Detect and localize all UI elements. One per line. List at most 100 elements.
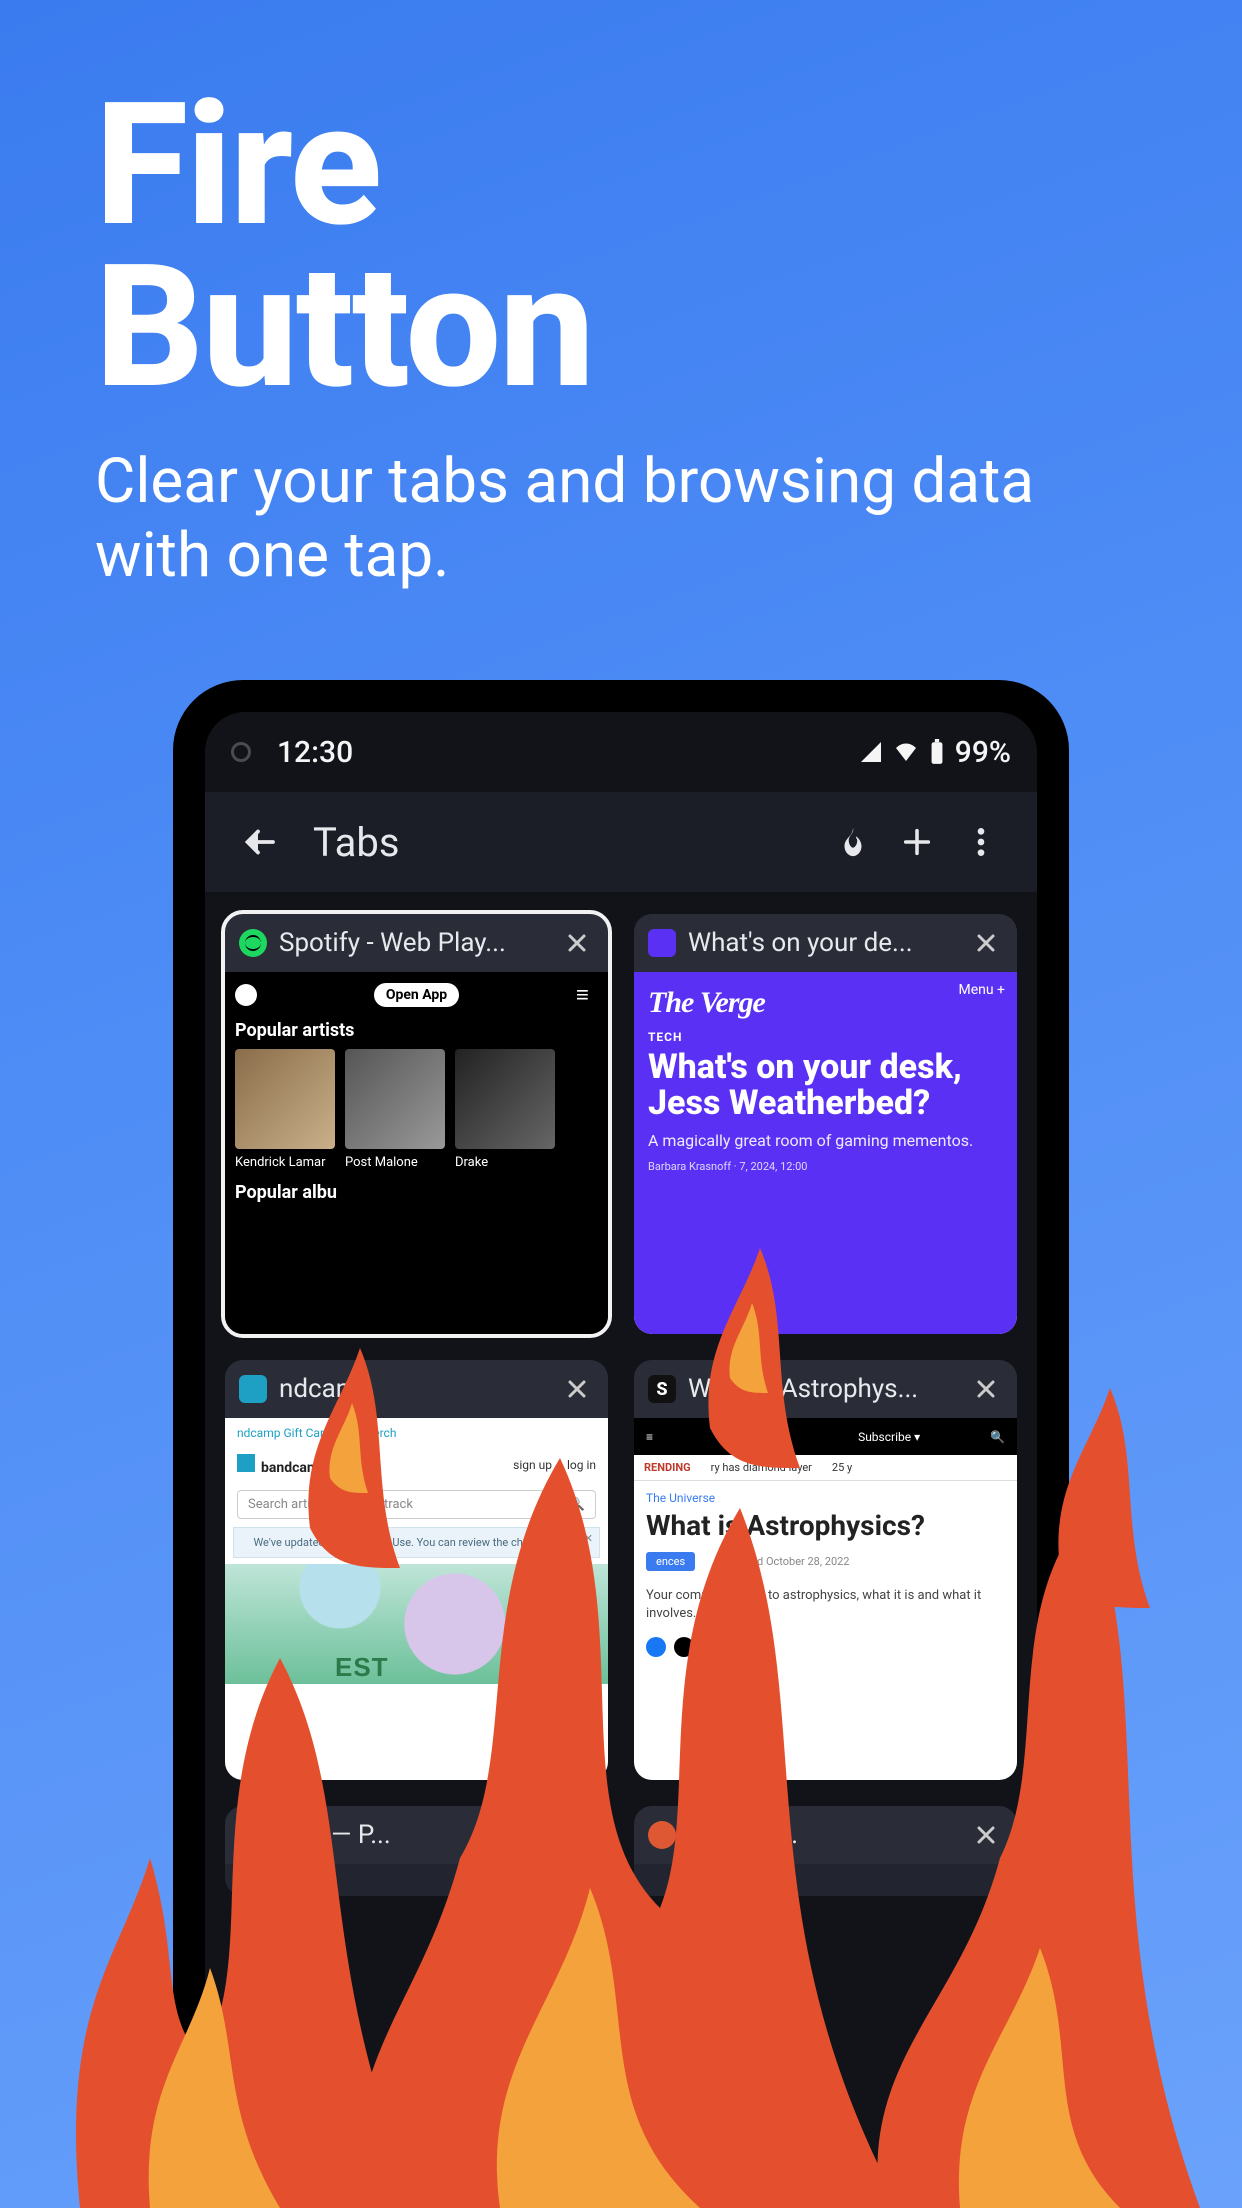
promo-links: ndcamp Gift Cards and Merch: [225, 1418, 608, 1448]
hero-title: Fire Button: [95, 85, 593, 408]
x-icon[interactable]: [674, 1637, 694, 1657]
verge-icon: [648, 929, 676, 957]
more-vert-icon: [977, 825, 985, 859]
back-button[interactable]: [229, 810, 293, 874]
tab-titlebar: S What is Astrophys...: [634, 1360, 1017, 1418]
tab-card[interactable]: DuckDu...: [634, 1806, 1017, 1896]
tab-preview: Open App ≡ Popular artists Kendrick Lama…: [225, 972, 608, 1334]
chip[interactable]: ences: [646, 1552, 695, 1571]
fire-button[interactable]: [821, 810, 885, 874]
article-tag: TECH: [648, 1030, 1003, 1044]
spotify-icon: [239, 929, 267, 957]
plus-icon: [900, 825, 934, 859]
tab-preview: The Verge Menu + TECH What's on your des…: [634, 972, 1017, 1334]
battery-text: 99%: [955, 735, 1011, 770]
status-bar: 12:30 99%: [205, 712, 1037, 792]
tab-grid: Spotify - Web Play... Open App ≡: [205, 892, 1037, 1918]
hero-title-line2: Button: [95, 227, 593, 427]
artist-card[interactable]: Post Malone: [345, 1049, 445, 1170]
tabs-header: Tabs: [205, 792, 1037, 892]
hamburger-icon[interactable]: ≡: [646, 1430, 653, 1444]
article-lede: Your complete guide to astrophysics, wha…: [634, 1577, 1017, 1633]
auth-links[interactable]: sign up log in: [501, 1458, 596, 1472]
space-icon: S: [648, 1375, 676, 1403]
tab-title: What's on your de...: [688, 928, 957, 958]
tab-title: ndcamp: [279, 1374, 548, 1404]
search-icon: 🔍: [569, 1497, 585, 1512]
facebook-icon[interactable]: [646, 1637, 666, 1657]
status-icons: 99%: [859, 735, 1011, 770]
artist-card[interactable]: Drake: [455, 1049, 555, 1170]
fire-icon: [836, 825, 870, 859]
duckduckgo-icon: [648, 1821, 676, 1849]
social-icons: [634, 1633, 1017, 1661]
section-heading: Popular albu: [235, 1182, 598, 1203]
article-headline: What's on your desk, Jess Weatherbed?: [648, 1050, 1003, 1121]
article-byline: Barbara Krasnoff · 7, 2024, 12:00: [648, 1160, 1003, 1173]
verge-logo: The Verge: [648, 986, 1003, 1020]
artist-name: Kendrick Lamar: [235, 1155, 335, 1170]
artist-card[interactable]: Kendrick Lamar: [235, 1049, 335, 1170]
tab-card[interactable]: kGo — P...: [225, 1806, 608, 1896]
phone-frame: 12:30 99% Tabs: [173, 680, 1069, 2208]
tab-card[interactable]: ndcamp ndcamp Gift Cards and Merch: [225, 1360, 608, 1780]
menu-button[interactable]: Menu +: [958, 982, 1005, 998]
article-headline: What is Astrophysics?: [634, 1505, 1017, 1546]
tab-card[interactable]: Spotify - Web Play... Open App ≡: [225, 914, 608, 1334]
tab-titlebar: kGo — P...: [225, 1806, 608, 1864]
tab-title: Spotify - Web Play...: [279, 928, 548, 958]
tab-card[interactable]: S What is Astrophys... ≡ SPACE Subscribe…: [634, 1360, 1017, 1780]
tab-close-button[interactable]: [969, 926, 1003, 960]
tab-titlebar: What's on your de...: [634, 914, 1017, 972]
tab-title: kGo — P...: [279, 1820, 548, 1850]
wifi-icon: [893, 740, 919, 764]
status-time: 12:30: [277, 735, 353, 770]
spotify-logo-icon: [235, 984, 257, 1006]
tab-title: DuckDu...: [688, 1820, 957, 1850]
camera-cutout: [231, 742, 251, 762]
phone-screen: 12:30 99% Tabs: [205, 712, 1037, 2208]
section-heading: Popular artists: [235, 1020, 598, 1041]
duckduckgo-icon: [239, 1821, 267, 1849]
close-icon: [565, 1377, 589, 1401]
new-tab-button[interactable]: [885, 810, 949, 874]
search-icon[interactable]: 🔍: [990, 1430, 1005, 1444]
subscribe-button[interactable]: Subscribe ▾: [858, 1430, 920, 1444]
bandcamp-icon: [239, 1375, 267, 1403]
tabs-header-title: Tabs: [313, 819, 821, 866]
tab-card[interactable]: What's on your de... The Verge Menu + TE…: [634, 914, 1017, 1334]
trending-bar: RENDING ry has diamond layer 25 y: [634, 1455, 1017, 1481]
tab-preview: ≡ SPACE Subscribe ▾ 🔍 RENDING ry has dia…: [634, 1418, 1017, 1780]
tab-close-button[interactable]: [560, 926, 594, 960]
tab-close-button[interactable]: [969, 1372, 1003, 1406]
tab-close-button[interactable]: [969, 1818, 1003, 1852]
terms-banner: We've updated our Terms of Use. You can …: [233, 1527, 600, 1558]
pinterest-icon[interactable]: [702, 1637, 722, 1657]
tab-close-button[interactable]: [560, 1818, 594, 1852]
article-date: updated October 28, 2022: [711, 1555, 861, 1568]
artist-name: Post Malone: [345, 1155, 445, 1170]
arrow-left-icon: [243, 824, 279, 860]
tab-title: What is Astrophys...: [688, 1374, 957, 1404]
search-input[interactable]: Search artist, album, or track 🔍: [237, 1490, 596, 1519]
fest-label: EST: [225, 1652, 608, 1683]
tab-titlebar: ndcamp: [225, 1360, 608, 1418]
overflow-menu-button[interactable]: [949, 810, 1013, 874]
tab-titlebar: DuckDu...: [634, 1806, 1017, 1864]
tab-titlebar: Spotify - Web Play...: [225, 914, 608, 972]
tab-close-button[interactable]: [560, 1372, 594, 1406]
close-icon: [974, 1823, 998, 1847]
hamburger-icon: ≡: [576, 982, 598, 1008]
close-icon[interactable]: ✕: [584, 1532, 593, 1545]
open-app-button[interactable]: Open App: [374, 983, 459, 1007]
article-subhead: A magically great room of gaming memento…: [648, 1131, 1003, 1150]
artist-name: Drake: [455, 1155, 555, 1170]
close-icon: [974, 1377, 998, 1401]
battery-icon: [929, 739, 945, 765]
tab-preview: ndcamp Gift Cards and Merch bandcamp sig…: [225, 1418, 608, 1780]
hero-subtitle: Clear your tabs and browsing data with o…: [95, 445, 1147, 594]
bandcamp-logo: bandcamp: [237, 1454, 327, 1476]
cellular-icon: [859, 740, 883, 764]
article-category[interactable]: The Universe: [634, 1481, 1017, 1505]
close-icon: [565, 1823, 589, 1847]
